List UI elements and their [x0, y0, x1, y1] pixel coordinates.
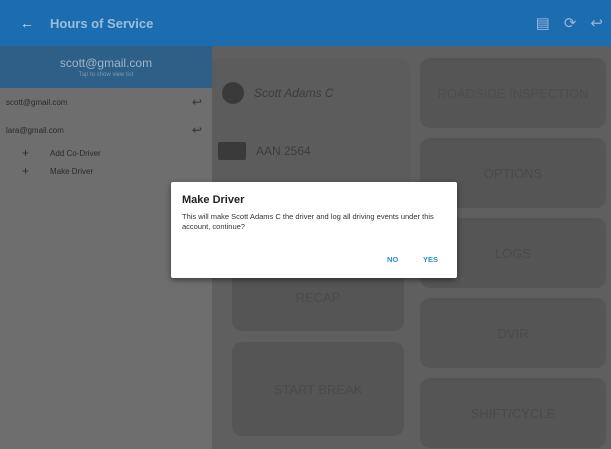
dialog-message: This will make Scott Adams C the driver … — [182, 212, 434, 231]
no-button[interactable]: NO — [387, 255, 398, 264]
vehicle-id: AAN 2564 — [256, 144, 311, 158]
logout-icon[interactable]: ↩ — [192, 95, 202, 109]
make-driver-item[interactable]: + Make Driver — [0, 162, 212, 180]
dialog-title: Make Driver — [182, 194, 245, 206]
dvir-button[interactable]: DVIR — [420, 298, 606, 368]
start-break-button[interactable]: START BREAK — [232, 342, 404, 436]
vehicle-row: AAN 2564 — [218, 142, 311, 160]
plus-icon: + — [22, 164, 30, 178]
add-co-driver-label: Add Co-Driver — [50, 148, 101, 158]
driver-row: Scott Adams C — [222, 82, 334, 104]
logout-icon[interactable]: ↩ — [192, 123, 202, 137]
plus-icon: + — [22, 146, 30, 160]
yes-button[interactable]: YES — [423, 255, 438, 264]
app-title: Hours of Service — [50, 15, 154, 31]
logout-icon[interactable]: ↩ — [590, 14, 603, 32]
account-item-scott[interactable]: scott@gmail.com ↩ — [0, 88, 212, 116]
drawer-account-hint: Tap to show view list — [78, 72, 134, 78]
shift-cycle-button[interactable]: SHIFT/CYCLE — [420, 378, 606, 448]
connect-icon[interactable]: ▤ — [536, 14, 550, 32]
truck-icon — [218, 142, 246, 160]
driver-name: Scott Adams C — [254, 86, 334, 100]
drawer-header[interactable]: scott@gmail.com Tap to show view list — [0, 46, 212, 88]
account-email: scott@gmail.com — [6, 97, 68, 107]
drawer-account-email: scott@gmail.com — [59, 56, 153, 70]
app-bar-actions: ▤ ⟳ ↩ — [536, 0, 603, 46]
account-item-lara[interactable]: lara@gmail.com ↩ — [0, 116, 212, 144]
account-email: lara@gmail.com — [6, 125, 64, 135]
roadside-inspection-button[interactable]: ROADSIDE INSPECTION — [420, 58, 606, 128]
avatar-icon — [222, 82, 244, 104]
arrow-left-icon[interactable]: ← — [20, 15, 50, 31]
make-driver-label: Make Driver — [50, 166, 94, 176]
add-co-driver-item[interactable]: + Add Co-Driver — [0, 144, 212, 162]
refresh-icon[interactable]: ⟳ — [564, 14, 577, 32]
app-bar: ← Hours of Service ▤ ⟳ ↩ — [0, 0, 611, 46]
make-driver-dialog: Make Driver This will make Scott Adams C… — [171, 182, 457, 278]
